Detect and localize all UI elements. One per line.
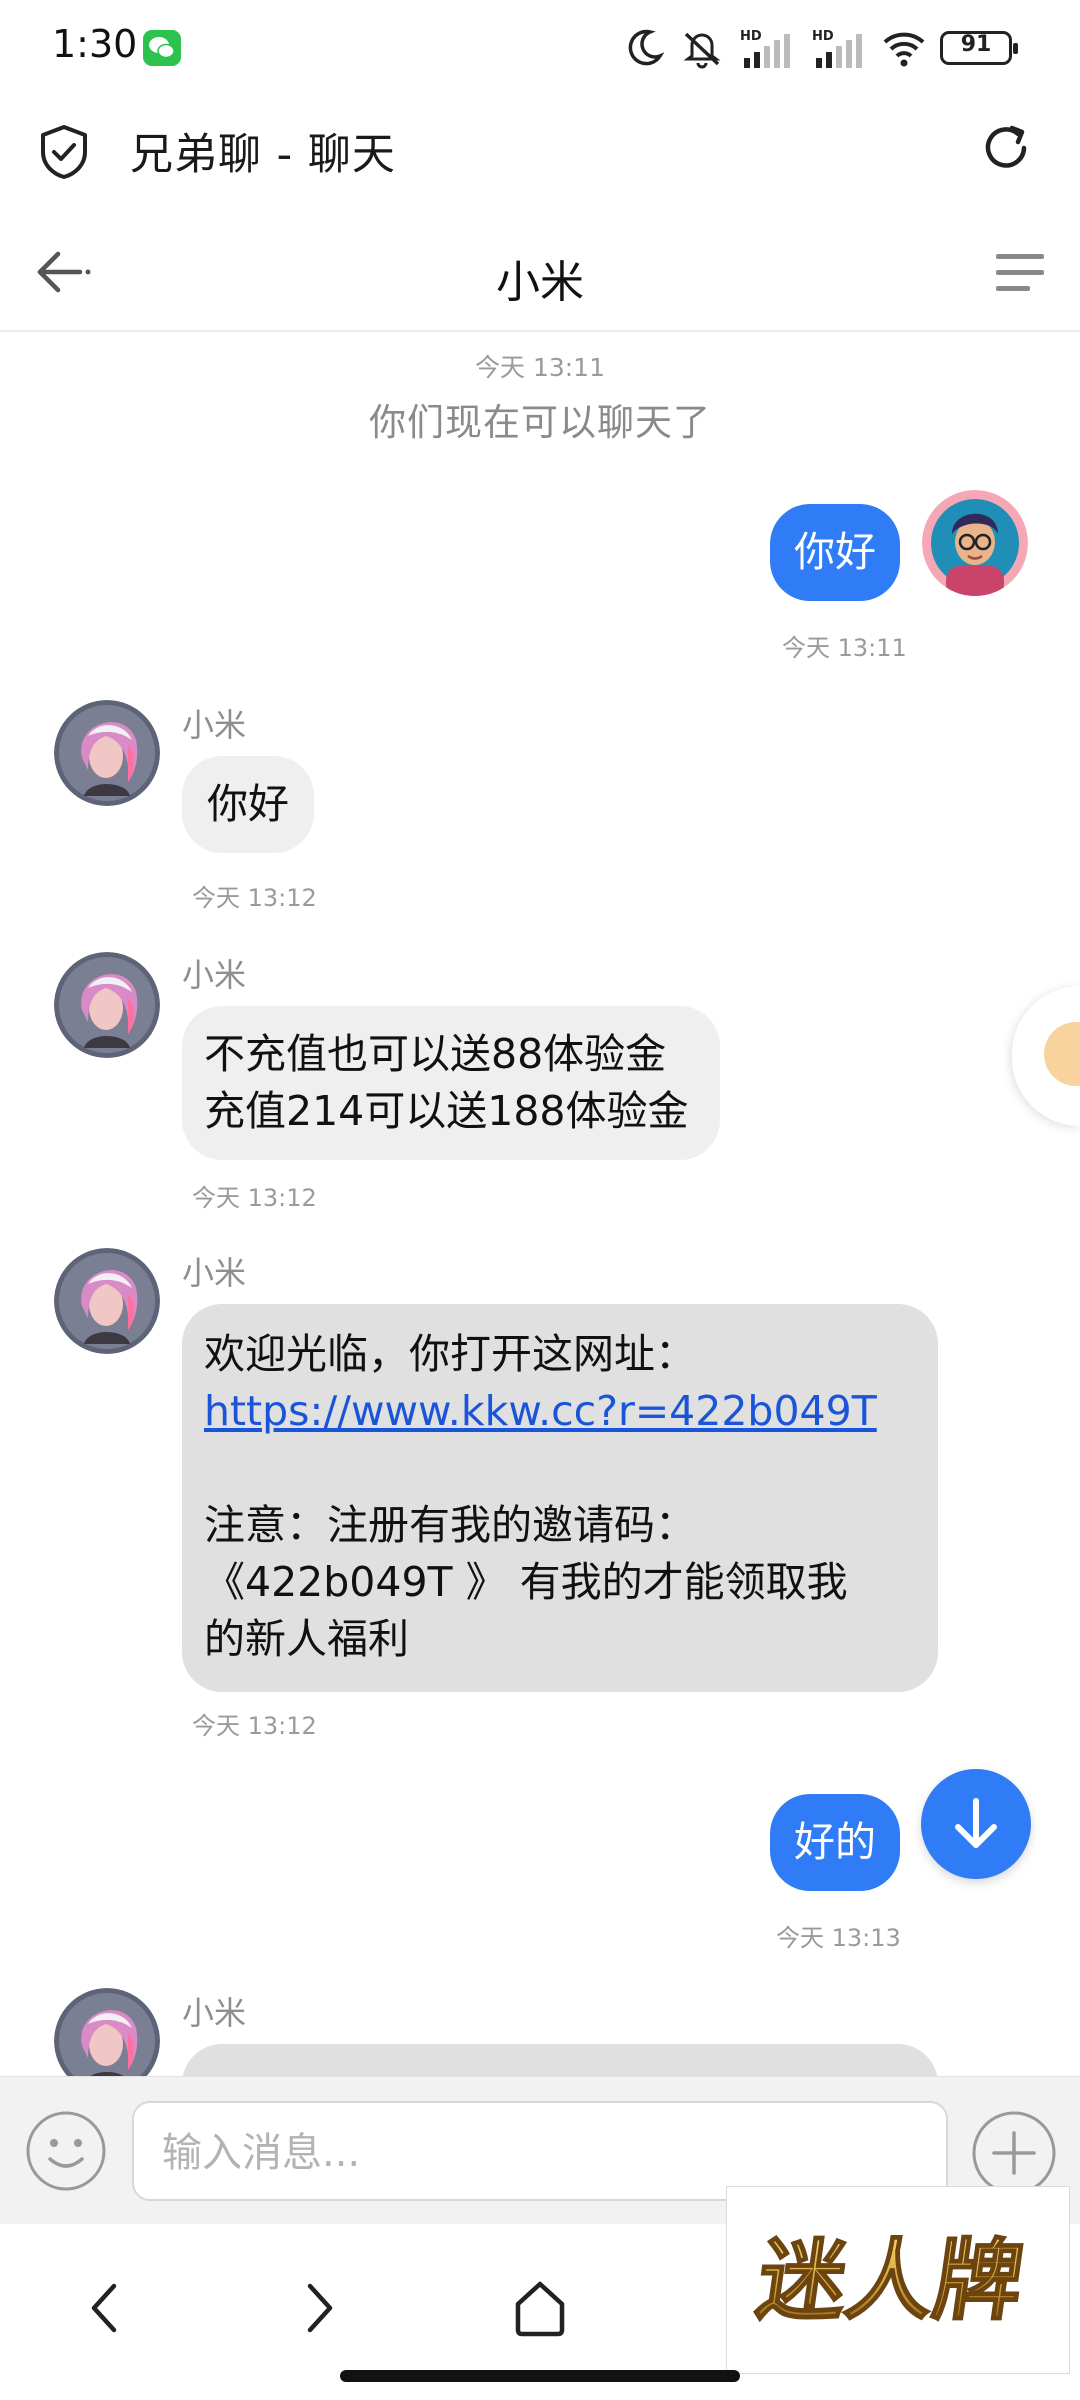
wechat-notification-icon [143, 30, 181, 66]
message-timestamp: 今天 13:12 [192, 1184, 317, 1212]
plus-icon[interactable] [970, 2109, 1058, 2197]
system-message: 你们现在可以聊天了 [369, 401, 711, 444]
status-bar: 1:30 HD HD 91 [0, 0, 1080, 96]
coin-icon [1044, 1022, 1080, 1086]
avatar-contact[interactable] [54, 700, 160, 806]
battery-icon: 91 [940, 31, 1018, 65]
shield-check-icon[interactable] [38, 124, 90, 180]
message-bubble-outgoing[interactable]: 你好 [770, 504, 900, 601]
app-title: 兄弟聊 - 聊天 [130, 130, 396, 180]
avatar-contact[interactable] [54, 1988, 160, 2076]
sender-name: 小米 [182, 1994, 247, 2032]
emoji-icon[interactable] [24, 2109, 108, 2193]
svg-text:HD: HD [812, 29, 834, 44]
home-indicator[interactable] [340, 2370, 740, 2382]
mute-icon [683, 32, 721, 69]
message-bubble-incoming[interactable]: ... [182, 2044, 938, 2076]
message-text-line: 注意：注册有我的邀请码： [204, 1501, 696, 1549]
avatar-contact[interactable] [54, 952, 160, 1058]
message-text: 你好 [794, 528, 876, 576]
message-bubble-incoming[interactable]: 不充值也可以送88体验金 充值214可以送188体验金 [182, 1006, 720, 1160]
status-icons: HD HD 91 [622, 22, 1018, 74]
wifi-icon [883, 32, 925, 67]
home-icon[interactable] [504, 2272, 576, 2344]
sender-name: 小米 [182, 1254, 247, 1292]
avatar-self[interactable] [922, 490, 1028, 596]
app-bar: 兄弟聊 - 聊天 [0, 96, 1080, 202]
message-link[interactable]: https://www.kkw.cc?r=422b049T [204, 1383, 916, 1440]
message-text-line: 不充值也可以送88体验金 [204, 1030, 667, 1078]
hd-signal-icon: HD [812, 29, 862, 68]
message-bubble-incoming[interactable]: 你好 [182, 756, 314, 853]
sender-name: 小米 [182, 956, 247, 994]
refresh-icon[interactable] [978, 120, 1034, 176]
arrow-down-icon [955, 1798, 997, 1848]
message-text: 你好 [207, 780, 289, 828]
battery-level: 91 [960, 32, 992, 57]
message-text: ... [204, 2068, 243, 2076]
sender-name: 小米 [182, 706, 247, 744]
chat-area[interactable]: 今天 13:11 你们现在可以聊天了 你好 今天 13:11 小米 你好 今天 … [0, 334, 1080, 2076]
message-timestamp: 今天 13:12 [192, 1712, 317, 1740]
back-chevron-icon[interactable] [70, 2272, 142, 2344]
floating-side-tab[interactable] [1012, 986, 1080, 1126]
chat-header: 小米 [0, 214, 1080, 332]
watermark-graphic: 迷人牌 [750, 2228, 1030, 2332]
chat-title: 小米 [496, 257, 584, 308]
scroll-to-bottom-button[interactable] [921, 1769, 1031, 1879]
message-timestamp: 今天 13:11 [782, 634, 907, 662]
message-bubble-outgoing[interactable]: 好的 [770, 1794, 900, 1891]
message-input[interactable] [162, 2125, 922, 2181]
watermark-text: 迷人牌 [751, 2229, 1029, 2331]
svg-text:HD: HD [740, 29, 762, 44]
message-text-line: 欢迎光临，你打开这网址： [204, 1330, 696, 1378]
message-timestamp: 今天 13:12 [192, 884, 317, 912]
message-bubble-incoming[interactable]: 欢迎光临，你打开这网址： https://www.kkw.cc?r=422b04… [182, 1304, 938, 1692]
avatar-contact[interactable] [54, 1248, 160, 1354]
message-text-line: 充值214可以送188体验金 [204, 1087, 689, 1135]
watermark-logo: 迷人牌 [726, 2186, 1070, 2374]
message-timestamp: 今天 13:13 [776, 1924, 901, 1952]
message-text-line: 《422b049T 》 有我的才能领取我 [204, 1558, 848, 1606]
menu-icon[interactable] [994, 250, 1046, 296]
hd-signal-icon: HD [740, 29, 790, 68]
moon-icon [628, 29, 665, 66]
message-text-line: 的新人福利 [204, 1615, 409, 1663]
forward-chevron-icon[interactable] [282, 2272, 354, 2344]
system-timestamp: 今天 13:11 [475, 353, 605, 382]
message-text: 好的 [794, 1818, 876, 1866]
status-time: 1:30 [52, 22, 138, 66]
